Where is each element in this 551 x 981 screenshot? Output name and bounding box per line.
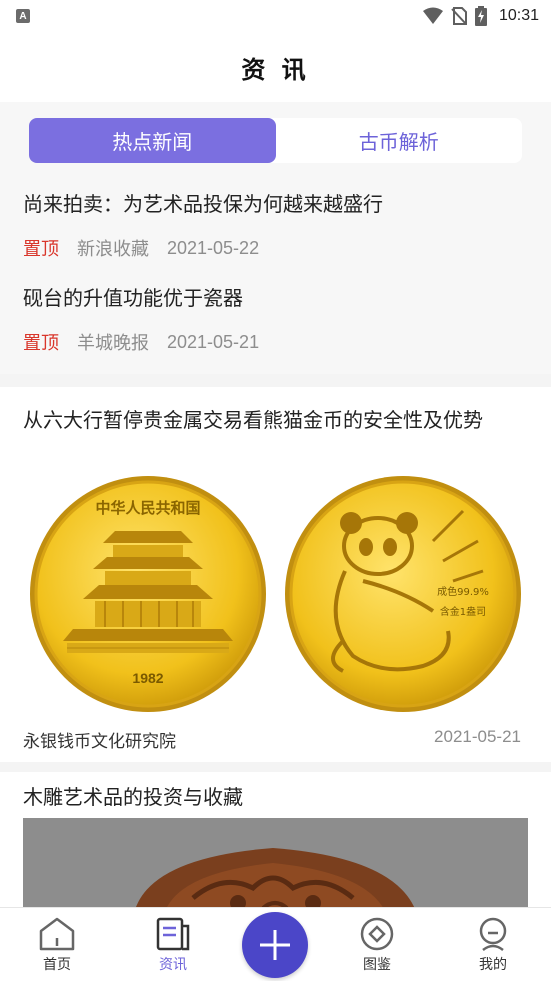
news-icon [156, 917, 190, 951]
segmented-tabs: 热点新闻 古币解析 [29, 118, 522, 163]
article-date: 2021-05-21 [434, 727, 521, 746]
article-source: 永银钱币文化研究院 [23, 732, 176, 752]
news-item[interactable]: 砚台的升值功能优于瓷器 置顶 羊城晚报 2021-05-21 [23, 282, 528, 355]
status-time: 10:31 [498, 7, 539, 24]
panda-coin: 成色99.9% 含金1盎司 [285, 476, 521, 712]
article-image-wood-carving [23, 818, 528, 918]
news-date: 2021-05-22 [167, 237, 260, 258]
pinned-tag: 置顶 [23, 333, 59, 354]
nav-label: 我的 [479, 957, 507, 973]
coin-purity: 成色99.9% [437, 585, 489, 598]
plus-icon [260, 930, 290, 960]
tab-hot-news[interactable]: 热点新闻 [29, 118, 276, 163]
battery-charging-icon [474, 6, 487, 26]
coin-country: 中华人民共和国 [95, 499, 200, 517]
title-bar: 资 讯 [0, 32, 551, 102]
coin-catalog-icon [360, 917, 394, 951]
news-date: 2021-05-21 [167, 331, 260, 352]
news-meta: 置顶 羊城晚报 2021-05-21 [23, 329, 528, 355]
status-bar: A 10:31 [0, 0, 551, 32]
nav-label: 图鉴 [363, 957, 391, 973]
news-item[interactable]: 尚来拍卖：为艺术品投保为何越来越盛行 置顶 新浪收藏 2021-05-22 [23, 188, 528, 261]
article-title: 从六大行暂停贵金属交易看熊猫金币的安全性及优势 [23, 408, 483, 432]
hot-news-section: 热点新闻 古币解析 尚来拍卖：为艺术品投保为何越来越盛行 置顶 新浪收藏 202… [0, 102, 551, 374]
no-sim-icon [451, 7, 467, 25]
news-meta: 置顶 新浪收藏 2021-05-22 [23, 235, 528, 261]
profile-icon [479, 917, 507, 952]
news-title: 砚台的升值功能优于瓷器 [23, 286, 243, 310]
page-title: 资 讯 [241, 55, 310, 84]
coin-year: 1982 [132, 670, 163, 686]
news-title: 尚来拍卖：为艺术品投保为何越来越盛行 [23, 192, 383, 216]
nav-catalog[interactable]: 图鉴 [337, 908, 417, 981]
nav-home[interactable]: 首页 [17, 908, 97, 981]
article-title: 木雕艺术品的投资与收藏 [23, 785, 243, 809]
nav-news[interactable]: 资讯 [133, 908, 213, 981]
notification-a-icon: A [16, 9, 30, 23]
news-source: 羊城晚报 [77, 333, 149, 354]
home-icon [39, 917, 75, 951]
article-card[interactable]: 木雕艺术品的投资与收藏 [0, 772, 551, 918]
pinned-tag: 置顶 [23, 239, 59, 260]
nav-label: 资讯 [159, 957, 187, 973]
news-source: 新浪收藏 [77, 239, 149, 260]
coin-weight: 含金1盎司 [440, 605, 486, 618]
temple-of-heaven-coin: 1982 中华人民共和国 [30, 476, 266, 712]
nav-label: 首页 [43, 957, 71, 973]
article-footer: 永银钱币文化研究院 2021-05-21 [23, 727, 521, 752]
nav-profile[interactable]: 我的 [453, 908, 533, 981]
tab-coin-analysis[interactable]: 古币解析 [276, 118, 523, 163]
wifi-icon [422, 7, 443, 24]
article-card[interactable]: 从六大行暂停贵金属交易看熊猫金币的安全性及优势 1982 中华人民共和国 成色9… [0, 387, 551, 762]
add-button[interactable] [242, 912, 308, 978]
article-image-panda-coins: 1982 中华人民共和国 成色99.9% 含金1盎司 [23, 471, 528, 717]
